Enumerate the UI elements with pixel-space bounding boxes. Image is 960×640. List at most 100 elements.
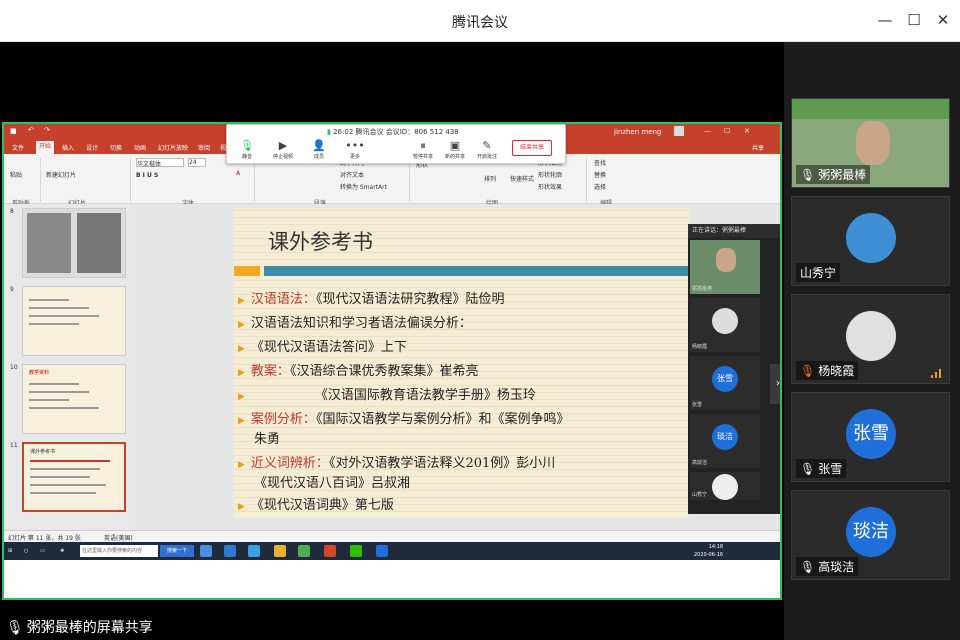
members-button[interactable]: 👤 成员 — [303, 139, 335, 160]
font-size-select[interactable]: 24 — [188, 158, 206, 167]
thumb-line — [29, 307, 89, 309]
tencent-meeting-icon[interactable] — [376, 545, 388, 557]
ppt-maximize-icon[interactable]: ☐ — [724, 127, 730, 135]
thumb-line — [29, 315, 99, 317]
align-text-button[interactable]: 对齐文本 — [340, 170, 364, 179]
share-button[interactable]: 共享 — [752, 143, 764, 152]
title-bar: 腾讯会议 — ☐ ✕ — [0, 0, 960, 42]
tab-file[interactable]: 文件 — [12, 143, 24, 152]
participant-name: 🎙 粥粥最棒 — [796, 165, 871, 184]
chrome-icon[interactable] — [200, 545, 212, 557]
slide-thumbnail-10[interactable]: 教学资料 — [22, 364, 126, 434]
bullet-item: ▶ 近义词辨析：《对外汉语教学语法释义201例》彭小川 — [238, 452, 555, 471]
annotate-icon: ✎ — [482, 139, 492, 152]
bullet-text: 《汉语国际教育语法教学手册》杨玉玲 — [314, 388, 536, 403]
arrange-button[interactable]: 排列 — [484, 174, 496, 183]
mute-label: 静音 — [241, 154, 252, 160]
app-icon[interactable]: ❖ — [60, 545, 64, 557]
shared-screen-area: ■ ↶ ↷ jinzhen meng — ☐ ✕ 文件 开始 插入 设计 切换 … — [0, 42, 784, 640]
tab-transitions[interactable]: 切换 — [110, 143, 122, 152]
thumb-number: 11 — [10, 442, 18, 449]
end-share-button[interactable]: 结束共享 — [512, 140, 552, 156]
speaker-tile[interactable]: 张雪 张雪 — [690, 356, 760, 410]
bullet-arrow-icon: ▶ — [238, 460, 245, 470]
participant-tile[interactable]: 🎙 杨晓霞 — [791, 294, 950, 384]
bullet-text: 《对外汉语教学语法释义201例》彭小川 — [328, 456, 556, 471]
stop-video-button[interactable]: ▶ 停止视频 — [267, 139, 299, 160]
bullet-item: ▶ 《汉语国际教育语法教学手册》杨玉玲 — [238, 384, 536, 403]
speaker-tile[interactable]: 山秀宁 — [690, 472, 760, 500]
replace-button[interactable]: 替换 — [594, 170, 606, 179]
tab-home[interactable]: 开始 — [36, 141, 55, 154]
bullet-item: ▶ 《现代汉语词典》第七版 — [238, 494, 394, 513]
slide-thumbnail-8[interactable] — [22, 208, 126, 278]
new-slide-button[interactable]: 新建幻灯片 — [46, 170, 76, 179]
undo-icon[interactable]: ↶ — [28, 126, 34, 134]
bullet-item: ▶ 教案：《汉语综合课优秀教案集》崔希亮 — [238, 360, 478, 379]
title-bar-line — [264, 266, 689, 276]
task-view-icon[interactable]: ▭ — [40, 545, 45, 557]
thumb-number: 9 — [10, 286, 14, 293]
folder-icon[interactable] — [274, 545, 286, 557]
tab-insert[interactable]: 插入 — [62, 143, 74, 152]
bold-button[interactable]: B I U S — [136, 172, 158, 179]
more-button[interactable]: ••• 更多 — [339, 139, 371, 160]
close-icon[interactable]: ✕ — [934, 11, 952, 29]
wechat-icon[interactable] — [350, 545, 362, 557]
font-color-button[interactable]: A — [236, 170, 240, 177]
redo-icon[interactable]: ↷ — [44, 126, 50, 134]
bullet-text: 汉语语法知识和学习者语法偏误分析： — [250, 316, 472, 331]
pause-share-icon: ⏸ — [420, 139, 426, 152]
ppt-minimize-icon[interactable]: — — [704, 127, 711, 135]
minimize-icon[interactable]: — — [876, 11, 894, 29]
participant-tile[interactable]: 张雪 🎙 张雪 — [791, 392, 950, 482]
start-icon[interactable]: ⊞ — [8, 545, 12, 557]
slide-thumbnail-9[interactable] — [22, 286, 126, 356]
slide-canvas: 课外参考书 ▶ 汉语语法：《现代汉语语法研究教程》陆俭明 ▶ 汉语语法知识和学习者语… — [129, 204, 780, 530]
shape-outline-button[interactable]: 形状轮廓 — [538, 170, 562, 179]
mute-button[interactable]: 🎙 静音 — [231, 139, 263, 160]
more-icon: ••• — [345, 139, 365, 152]
ribbon-divider — [130, 158, 131, 202]
speaker-tile[interactable]: 杨晓霞 — [690, 298, 760, 352]
speaker-name: 高琰洁 — [692, 460, 708, 466]
taskbar-search-button[interactable]: 搜索一下 — [160, 545, 194, 557]
paste-button[interactable]: 粘贴 — [10, 170, 22, 179]
tab-design[interactable]: 设计 — [86, 143, 98, 152]
ribbon-divider — [40, 158, 41, 202]
thumb-title: 课外参考书 — [30, 449, 56, 455]
chevron-right-icon[interactable]: › — [770, 364, 780, 404]
quick-styles-button[interactable]: 快速样式 — [510, 174, 534, 183]
browser-icon[interactable] — [248, 545, 260, 557]
select-button[interactable]: 选择 — [594, 182, 606, 191]
annotate-button[interactable]: ✎ 开启批注 — [471, 139, 503, 160]
tab-review[interactable]: 审阅 — [198, 143, 210, 152]
maximize-icon[interactable]: ☐ — [905, 11, 923, 29]
slide-thumbnail-panel: 8 9 10 教学资料 11 课外参考书 — [4, 204, 129, 530]
powerpoint-icon[interactable] — [324, 545, 336, 557]
new-share-button[interactable]: ▣ 新的共享 — [439, 139, 471, 160]
slide-thumbnail-11[interactable]: 课外参考书 — [22, 442, 126, 512]
members-icon: 👤 — [312, 139, 326, 152]
participant-name: 🎙 高琰洁 — [796, 557, 859, 576]
search-icon[interactable]: ○ — [24, 545, 28, 557]
shape-effects-button[interactable]: 形状效果 — [538, 182, 562, 191]
tab-slideshow[interactable]: 幻灯片放映 — [158, 143, 188, 152]
store-icon[interactable] — [298, 545, 310, 557]
font-name-select[interactable]: 华文楷体 — [136, 158, 184, 168]
find-button[interactable]: 查找 — [594, 158, 606, 167]
tab-animations[interactable]: 动画 — [134, 143, 146, 152]
smartart-button[interactable]: 转换为 SmartArt — [340, 182, 387, 191]
participant-tile[interactable]: 山秀宁 — [791, 196, 950, 286]
edge-icon[interactable] — [224, 545, 236, 557]
ppt-close-icon[interactable]: ✕ — [744, 127, 750, 135]
participant-tile[interactable]: 琰洁 🎙 高琰洁 — [791, 490, 950, 580]
taskbar-search-input[interactable]: 在这里输入你要搜索的内容 — [80, 545, 158, 557]
speaker-tile-video[interactable]: 粥粥最棒 — [690, 240, 760, 294]
participant-tile-video[interactable]: 🎙 粥粥最棒 — [791, 98, 950, 188]
pause-share-button[interactable]: ⏸ 暂停共享 — [407, 139, 439, 160]
avatar-initials: 张雪 — [846, 409, 896, 459]
current-slide[interactable]: 课外参考书 ▶ 汉语语法：《现代汉语语法研究教程》陆俭明 ▶ 汉语语法知识和学习者语… — [234, 208, 689, 518]
thumb-number: 10 — [10, 364, 18, 371]
speaker-tile[interactable]: 琰洁 高琰洁 — [690, 414, 760, 468]
